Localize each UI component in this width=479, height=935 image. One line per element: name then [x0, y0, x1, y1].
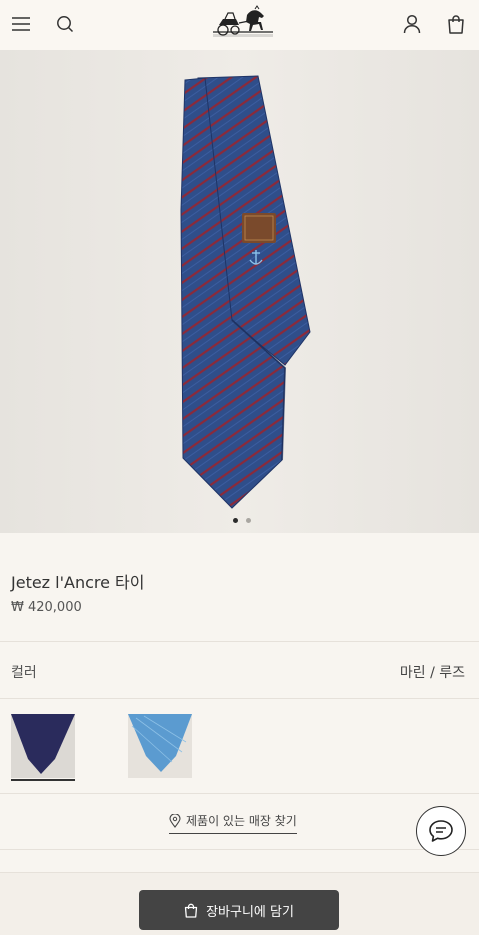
find-store-link[interactable]: 제품이 있는 매장 찾기	[169, 810, 297, 834]
hermes-carriage-logo[interactable]	[211, 5, 275, 39]
find-store-label: 제품이 있는 매장 찾기	[186, 814, 297, 828]
shopping-bag-icon[interactable]	[444, 12, 468, 36]
product-price: ₩ 420,000	[11, 600, 82, 615]
chat-button[interactable]	[416, 806, 466, 856]
top-header	[0, 0, 479, 50]
search-icon[interactable]	[53, 12, 77, 36]
user-account-icon[interactable]	[400, 12, 424, 36]
divider	[0, 849, 479, 850]
color-swatch-navy[interactable]	[11, 714, 75, 778]
add-to-cart-button[interactable]: 장바구니에 담기	[139, 890, 339, 930]
product-tie-image	[0, 50, 479, 533]
color-swatch-light-blue[interactable]	[128, 714, 192, 778]
sticky-cart-bar: 장바구니에 담기	[0, 872, 479, 935]
product-image-gallery[interactable]	[0, 50, 479, 533]
gallery-dot-1[interactable]	[233, 518, 238, 523]
divider	[0, 793, 479, 794]
add-to-cart-label: 장바구니에 담기	[206, 904, 294, 920]
hamburger-menu-icon[interactable]	[9, 12, 33, 36]
color-label: 컬러	[11, 665, 37, 681]
location-pin-icon	[169, 813, 181, 828]
gallery-dot-2[interactable]	[246, 518, 251, 523]
chat-bubble-icon	[429, 820, 453, 842]
color-selector-row: 컬러 마린 / 루즈	[0, 642, 479, 698]
selected-swatch-indicator	[11, 779, 75, 781]
shopping-bag-icon	[184, 903, 198, 918]
product-title: Jetez l'Ancre 타이	[11, 573, 145, 592]
gallery-pagination	[233, 518, 251, 523]
divider	[0, 698, 479, 699]
selected-color-name: 마린 / 루즈	[399, 665, 465, 681]
